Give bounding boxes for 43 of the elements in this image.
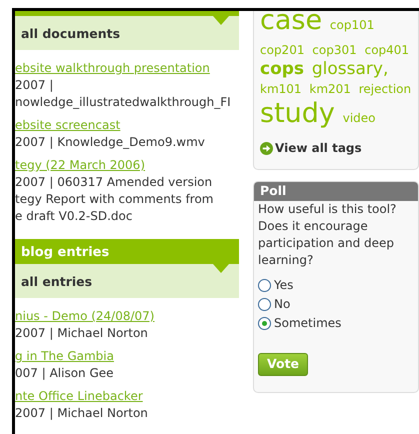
tag-link[interactable]: glossary, [312,59,388,79]
tag-link[interactable]: case [260,11,322,36]
item-meta: 2007 | Knowledge_Demo9.wmv [15,134,206,151]
radio-button[interactable] [258,316,271,330]
poll-question: How useful is this tool? Does it encourage participation and deep learning? [257,200,398,269]
section-heading: all documents [21,26,120,41]
tag-link[interactable]: video [342,111,376,125]
item-link[interactable]: g in The Gambia [15,349,114,363]
vote-button[interactable]: Vote [258,352,308,376]
item-meta: e draft V0.2-SD.doc [15,208,134,225]
tag-link[interactable]: km101 [260,82,302,96]
item-meta: 2007 | [15,77,54,94]
option-label: Yes [274,276,294,294]
tag-link[interactable]: cop201 [260,43,304,57]
notch-icon [213,16,229,25]
item-meta: tegy Report with comments from [15,191,214,208]
tag-link[interactable]: rejection [358,82,412,96]
view-all-link[interactable]: View all tags [260,139,412,157]
item-link[interactable]: tegy (22 March 2006) [15,158,146,172]
item-link[interactable]: nte Office Linebacker [15,389,143,403]
arrow-circle-icon [260,142,273,154]
item-meta: 007 | Alison Gee [15,365,115,382]
tag-link[interactable]: cop101 [330,18,374,32]
item-link[interactable]: ebsite screencast [15,118,120,132]
tag-link[interactable]: study [260,98,335,129]
item-meta: 2007 | Michael Norton [15,325,149,342]
option-label: No [274,296,290,313]
section-heading: all entries [21,274,92,289]
tag-link[interactable]: km201 [309,82,351,96]
section-title: blog entries [15,239,239,264]
tag-link[interactable]: cops [260,59,304,79]
notch-icon [213,264,229,273]
panel-title: Poll [254,182,418,201]
tag-link[interactable]: cop401 [364,43,410,57]
option-label: Sometimes [274,314,342,332]
item-link[interactable]: nius - Demo (24/08/07) [15,309,154,323]
radio-button[interactable] [258,278,271,292]
tag-link[interactable]: cop301 [312,43,357,57]
radio-button[interactable] [258,298,271,311]
item-meta: 2007 | 060317 Amended version [15,174,214,191]
item-meta: 2007 | Michael Norton [15,405,149,422]
item-meta: nowledge_illustratedwalkthrough_FI [15,94,232,111]
item-link[interactable]: ebsite walkthrough presentation [15,61,210,75]
